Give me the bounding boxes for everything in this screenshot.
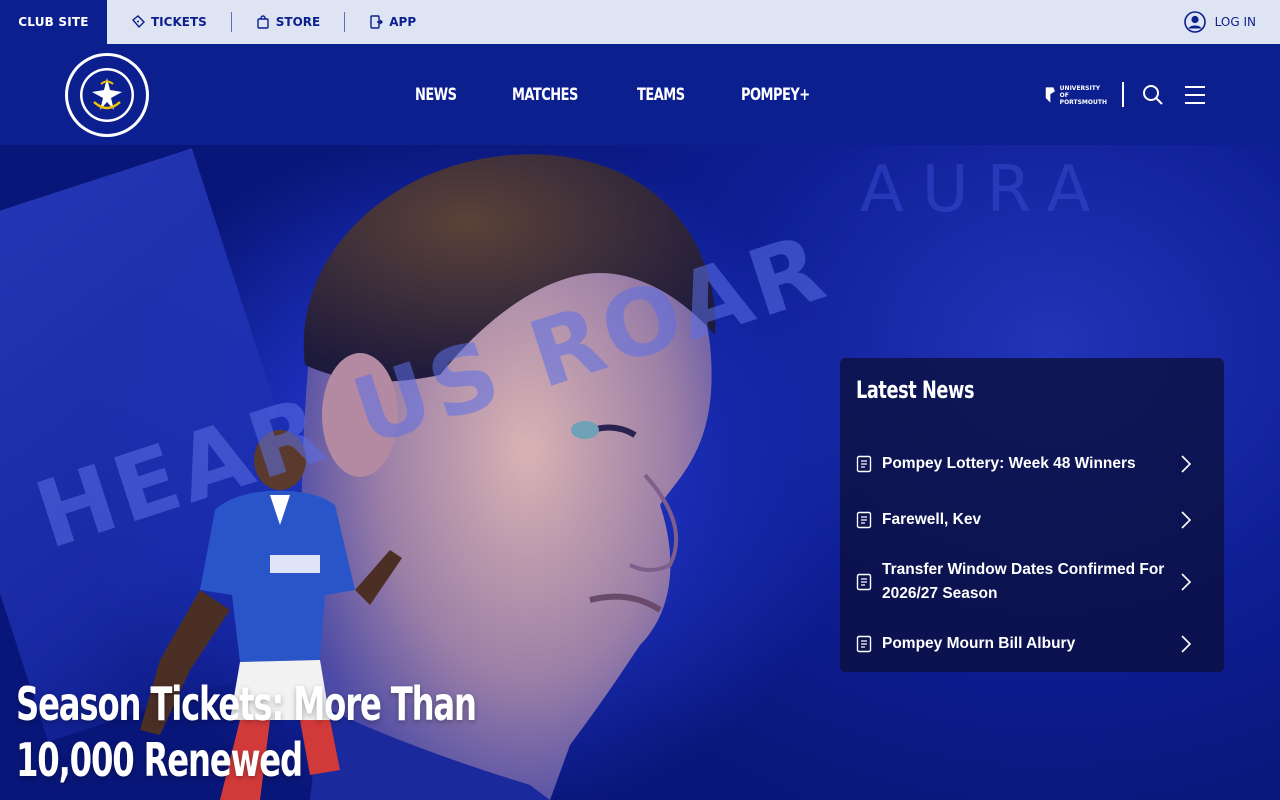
hero-headline[interactable]: Season Tickets: More Than 10,000 Renewed (16, 676, 562, 788)
news-item-title: Pompey Lottery: Week 48 Winners (882, 455, 1136, 472)
article-icon (856, 455, 872, 473)
login-button[interactable]: LOG IN (1183, 0, 1256, 44)
news-item-title: Transfer Window Dates Confirmed For 2026… (882, 561, 1165, 602)
store-link[interactable]: STORE (232, 12, 344, 32)
article-icon (856, 635, 872, 653)
sponsor-logo[interactable]: UNIVERSITY OF PORTSMOUTH (1045, 83, 1107, 107)
utility-bar: CLUB SITE TICKETS STORE APP LOG IN (0, 0, 1280, 44)
nav-pompey-plus[interactable]: POMPEY+ (741, 85, 810, 105)
hero-background-text: AURA (860, 153, 1109, 227)
ticket-icon (131, 15, 145, 29)
club-crest-logo[interactable] (64, 52, 150, 138)
chevron-right-icon (1181, 635, 1192, 653)
university-logo-icon (1045, 87, 1055, 103)
news-item-title: Farewell, Kev (882, 511, 982, 528)
main-header: NEWS MATCHES TEAMS POMPEY+ UNIVERSITY OF… (0, 44, 1280, 145)
user-account-icon (1183, 11, 1206, 33)
divider (344, 12, 346, 32)
tickets-label: TICKETS (151, 15, 207, 29)
chevron-right-icon (1181, 511, 1192, 529)
header-divider (1122, 82, 1124, 107)
divider (230, 12, 232, 32)
latest-news-heading: Latest News (856, 376, 975, 404)
news-item[interactable]: Transfer Window Dates Confirmed For 2026… (856, 552, 1208, 612)
hamburger-menu-icon[interactable] (1184, 85, 1206, 105)
login-label: LOG IN (1214, 15, 1256, 29)
club-site-link[interactable]: CLUB SITE (0, 0, 107, 44)
tickets-link[interactable]: TICKETS (107, 12, 231, 32)
sponsor-line-1: UNIVERSITY OF (1059, 84, 1101, 99)
nav-matches[interactable]: MATCHES (512, 85, 578, 105)
news-item[interactable]: Farewell, Kev (856, 496, 1208, 544)
hero-banner[interactable]: AURA HEAR US ROAR Season Tickets: More T… (0, 145, 1280, 800)
store-label: STORE (275, 15, 321, 29)
nav-teams[interactable]: TEAMS (637, 85, 685, 105)
news-item[interactable]: Pompey Mourn Bill Albury (856, 620, 1208, 668)
sponsor-line-2: PORTSMOUTH (1059, 98, 1107, 106)
nav-news[interactable]: NEWS (415, 85, 457, 105)
app-link[interactable]: APP (345, 12, 440, 32)
news-item-title: Pompey Mourn Bill Albury (882, 635, 1076, 652)
app-label: APP (389, 15, 417, 29)
chevron-right-icon (1181, 455, 1192, 473)
article-icon (856, 511, 872, 529)
news-item[interactable]: Pompey Lottery: Week 48 Winners (856, 440, 1208, 488)
search-icon[interactable] (1142, 84, 1164, 106)
app-download-icon (370, 15, 384, 29)
article-icon (856, 573, 872, 591)
chevron-right-icon (1181, 573, 1192, 591)
latest-news-panel: Latest News Pompey Lottery: Week 48 Winn… (840, 358, 1224, 672)
shopping-bag-icon (257, 15, 269, 29)
primary-nav: NEWS MATCHES TEAMS POMPEY+ (415, 44, 822, 145)
